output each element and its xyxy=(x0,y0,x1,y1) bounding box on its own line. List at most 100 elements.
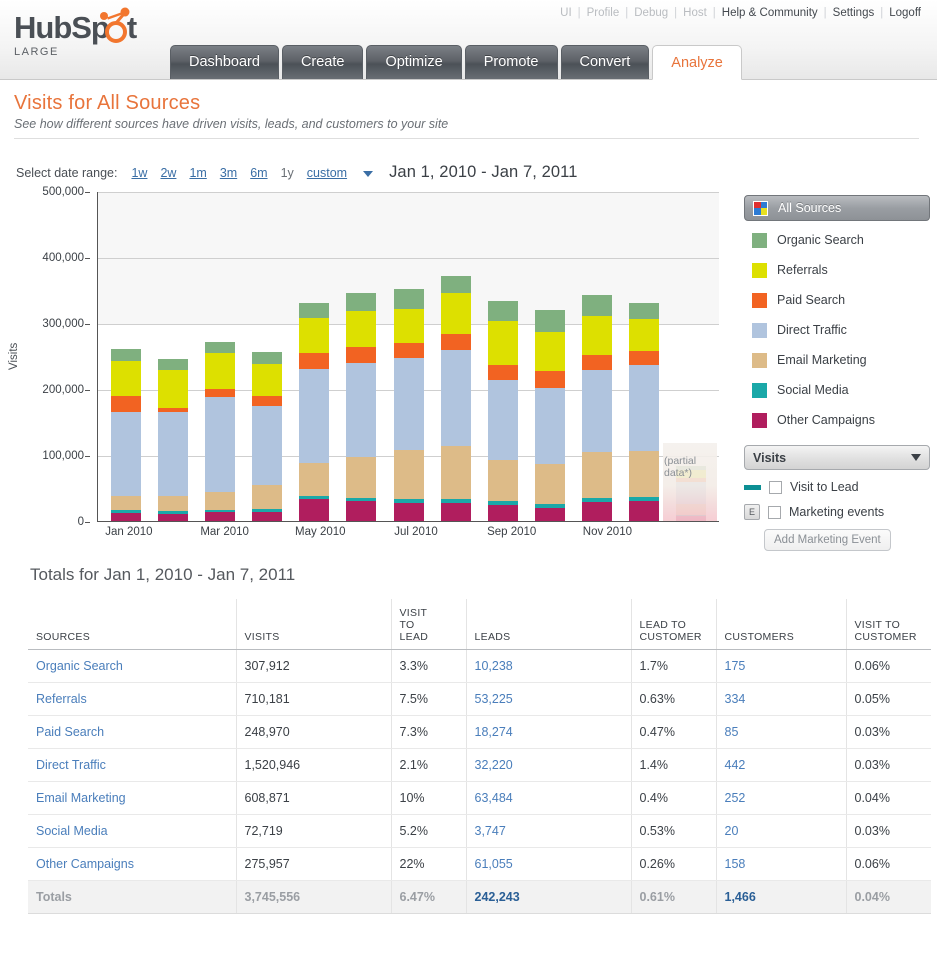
value-link[interactable]: 18,274 xyxy=(475,725,513,739)
bar-column[interactable] xyxy=(582,295,612,521)
bar-segment[interactable] xyxy=(488,301,518,321)
source-link[interactable]: Organic Search xyxy=(36,659,123,673)
bar-segment[interactable] xyxy=(111,513,141,521)
source-link[interactable]: Social Media xyxy=(36,824,108,838)
bar-segment[interactable] xyxy=(394,358,424,450)
bar-segment[interactable] xyxy=(205,353,235,389)
bar-segment[interactable] xyxy=(252,485,282,509)
bar-segment[interactable] xyxy=(488,460,518,501)
bar-segment[interactable] xyxy=(629,303,659,320)
date-range-custom-link[interactable]: custom xyxy=(307,166,347,180)
date-range-1y[interactable]: 1y xyxy=(281,166,294,180)
source-link[interactable]: Direct Traffic xyxy=(36,758,106,772)
source-link[interactable]: Referrals xyxy=(36,692,87,706)
bar-segment[interactable] xyxy=(299,318,329,353)
cell-leads[interactable]: 10,238 xyxy=(466,649,631,682)
bar-segment[interactable] xyxy=(205,389,235,397)
bar-column[interactable] xyxy=(488,301,518,521)
bar-segment[interactable] xyxy=(299,499,329,521)
bar-segment[interactable] xyxy=(346,501,376,521)
cell-leads[interactable]: 63,484 xyxy=(466,781,631,814)
bar-segment[interactable] xyxy=(441,334,471,350)
bar-segment[interactable] xyxy=(158,496,188,511)
legend-item-direct-traffic[interactable]: Direct Traffic xyxy=(744,315,930,345)
cell-customers[interactable]: 20 xyxy=(716,814,846,847)
bar-column[interactable] xyxy=(205,342,235,521)
bar-segment[interactable] xyxy=(535,508,565,521)
tab-analyze[interactable]: Analyze xyxy=(652,45,742,80)
legend-item-paid-search[interactable]: Paid Search xyxy=(744,285,930,315)
bar-segment[interactable] xyxy=(441,350,471,446)
cell-source[interactable]: Organic Search xyxy=(28,649,236,682)
tab-create[interactable]: Create xyxy=(282,45,364,79)
cell-leads[interactable]: 3,747 xyxy=(466,814,631,847)
bar-segment[interactable] xyxy=(535,371,565,388)
bar-segment[interactable] xyxy=(346,311,376,347)
totals-cell-customers[interactable]: 1,466 xyxy=(716,880,846,913)
bar-segment[interactable] xyxy=(252,406,282,485)
date-range-1m[interactable]: 1m xyxy=(189,166,206,180)
bar-segment[interactable] xyxy=(441,276,471,294)
cell-source[interactable]: Referrals xyxy=(28,682,236,715)
cell-source[interactable]: Direct Traffic xyxy=(28,748,236,781)
date-range-6m[interactable]: 6m xyxy=(250,166,267,180)
bar-column[interactable] xyxy=(629,303,659,521)
bar-segment[interactable] xyxy=(299,369,329,463)
tab-optimize[interactable]: Optimize xyxy=(366,45,461,79)
bar-segment[interactable] xyxy=(441,446,471,499)
value-link[interactable]: 158 xyxy=(725,857,746,871)
bar-segment[interactable] xyxy=(252,512,282,521)
value-link[interactable]: 61,055 xyxy=(475,857,513,871)
value-link[interactable]: 63,484 xyxy=(475,791,513,805)
value-link[interactable]: 175 xyxy=(725,659,746,673)
util-link-logoff[interactable]: Logoff xyxy=(883,7,927,19)
bar-column[interactable] xyxy=(111,349,141,521)
bar-segment[interactable] xyxy=(158,370,188,408)
bar-segment[interactable] xyxy=(394,343,424,358)
bar-column[interactable] xyxy=(346,293,376,521)
bar-column[interactable] xyxy=(252,352,282,521)
bar-segment[interactable] xyxy=(111,349,141,361)
value-link[interactable]: 10,238 xyxy=(475,659,513,673)
bar-segment[interactable] xyxy=(394,503,424,521)
bar-segment[interactable] xyxy=(252,396,282,407)
bar-segment[interactable] xyxy=(629,351,659,366)
util-link-debug[interactable]: Debug xyxy=(628,7,674,19)
bar-segment[interactable] xyxy=(535,310,565,332)
bar-segment[interactable] xyxy=(394,450,424,500)
source-link[interactable]: Other Campaigns xyxy=(36,857,134,871)
value-link[interactable]: 20 xyxy=(725,824,739,838)
bar-segment[interactable] xyxy=(582,370,612,452)
hubspot-logo[interactable]: HubSpot LARGE xyxy=(14,12,164,58)
cell-source[interactable]: Social Media xyxy=(28,814,236,847)
util-link-host[interactable]: Host xyxy=(677,7,713,19)
bar-segment[interactable] xyxy=(488,365,518,381)
cell-source[interactable]: Email Marketing xyxy=(28,781,236,814)
bar-segment[interactable] xyxy=(441,503,471,521)
bar-segment[interactable] xyxy=(299,303,329,318)
bar-segment[interactable] xyxy=(582,355,612,370)
bar-segment[interactable] xyxy=(158,359,188,370)
bar-segment[interactable] xyxy=(535,388,565,464)
bar-segment[interactable] xyxy=(488,321,518,365)
bar-segment[interactable] xyxy=(346,347,376,363)
visit-to-lead-checkbox[interactable] xyxy=(769,481,782,494)
cell-customers[interactable]: 85 xyxy=(716,715,846,748)
util-link-profile[interactable]: Profile xyxy=(581,7,626,19)
legend-item-social-media[interactable]: Social Media xyxy=(744,375,930,405)
cell-source[interactable]: Paid Search xyxy=(28,715,236,748)
legend-item-organic-search[interactable]: Organic Search xyxy=(744,225,930,255)
date-range-custom[interactable]: custom xyxy=(307,166,373,180)
legend-item-email-marketing[interactable]: Email Marketing xyxy=(744,345,930,375)
cell-customers[interactable]: 252 xyxy=(716,781,846,814)
cell-customers[interactable]: 334 xyxy=(716,682,846,715)
cell-leads[interactable]: 53,225 xyxy=(466,682,631,715)
tab-promote[interactable]: Promote xyxy=(465,45,558,79)
bar-segment[interactable] xyxy=(488,505,518,522)
bar-column[interactable] xyxy=(535,310,565,521)
bar-segment[interactable] xyxy=(346,363,376,457)
bar-segment[interactable] xyxy=(299,463,329,496)
bar-segment[interactable] xyxy=(205,492,235,510)
util-link-settings[interactable]: Settings xyxy=(827,7,881,19)
legend-item-other-campaigns[interactable]: Other Campaigns xyxy=(744,405,930,435)
